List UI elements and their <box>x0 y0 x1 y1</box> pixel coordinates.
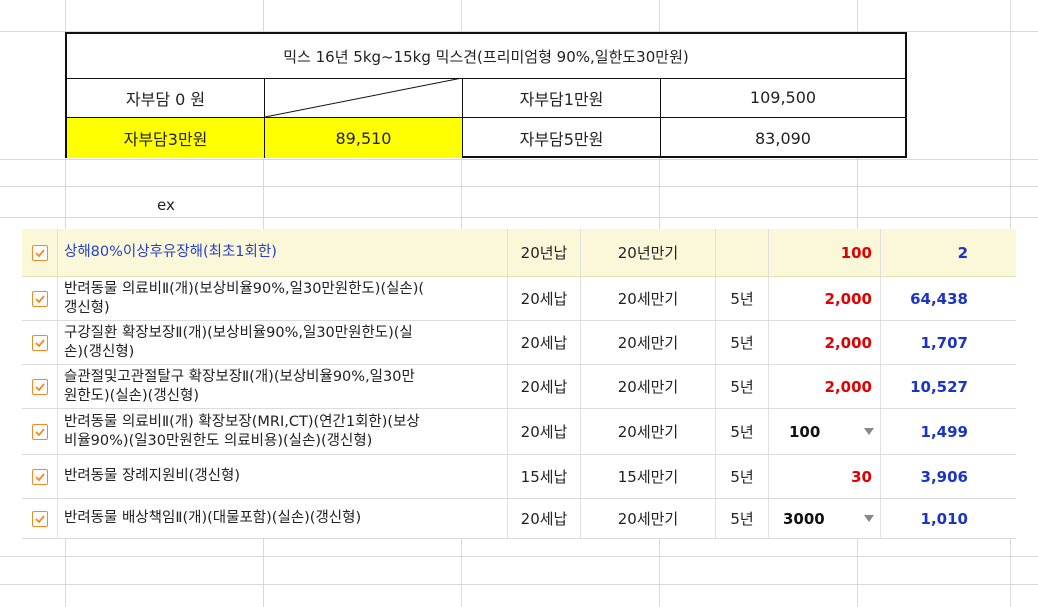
coverage-premium: 64,438 <box>910 289 968 308</box>
coverage-checkbox[interactable] <box>22 455 58 498</box>
premium-cell-label: 자부담5만원 <box>463 118 661 158</box>
coverage-row: 반려동물 장례지원비(갱신형) 15세납 15세만기 5년 30 3,906 <box>22 455 1016 499</box>
coverage-amount-dropdown[interactable]: 100 <box>769 409 881 454</box>
chevron-down-icon[interactable] <box>864 515 874 522</box>
coverage-name-line: 비율90%)(일30만원한도 의료비용)(실손)(갱신형) <box>64 432 373 449</box>
checkmark-icon <box>34 248 45 257</box>
coverage-amount-dropdown[interactable]: 3000 <box>769 499 881 538</box>
coverage-renewal: 5년 <box>716 365 769 408</box>
coverage-pay-period: 20세납 <box>508 277 581 320</box>
coverage-renewal: 5년 <box>716 499 769 538</box>
coverage-premium: 10,527 <box>910 377 968 396</box>
coverage-renewal: 5년 <box>716 321 769 364</box>
coverage-checkbox[interactable] <box>22 409 58 454</box>
coverage-name: 반려동물 의료비Ⅱ(개)(보상비율90%,일30만원한도)(실손)( 갱신형) <box>58 277 508 320</box>
checkmark-icon <box>34 294 45 303</box>
chevron-down-icon[interactable] <box>864 428 874 435</box>
example-label: ex <box>157 196 175 214</box>
coverage-amount: 30 <box>769 455 881 498</box>
coverage-name-line: 갱신형) <box>64 299 110 316</box>
coverage-maturity: 20세만기 <box>581 277 716 320</box>
grid-line <box>0 186 1038 187</box>
premium-cell-label: 자부담1만원 <box>463 78 661 118</box>
coverage-maturity: 20세만기 <box>581 499 716 538</box>
checkmark-icon <box>34 472 45 481</box>
checkmark-icon <box>34 382 45 391</box>
coverage-premium: 2 <box>957 243 968 262</box>
grid-line <box>0 584 1038 585</box>
coverage-name-line: 반려동물 의료비Ⅱ(개) 확장보장(MRI,CT)(연간1회한)(보상 <box>64 413 420 430</box>
checkmark-icon <box>34 427 45 436</box>
coverage-pay-period: 20세납 <box>508 409 581 454</box>
coverage-checkbox[interactable] <box>22 499 58 538</box>
diagonal-slash <box>265 78 463 118</box>
coverage-name: 반려동물 의료비Ⅱ(개) 확장보장(MRI,CT)(연간1회한)(보상비율90%… <box>58 409 508 454</box>
coverage-name: 슬관절및고관절탈구 확장보장Ⅱ(개)(보상비율90%,일30만원한도)(실손)(… <box>58 365 508 408</box>
premium-table-title: 믹스 16년 5kg~15kg 믹스견(프리미엄형 90%,일한도30만원) <box>67 34 905 79</box>
coverage-amount: 100 <box>789 422 821 441</box>
coverage-name: 반려동물 배상책임Ⅱ(개)(대물포함)(실손)(갱신형) <box>58 499 508 538</box>
premium-cell-value: 83,090 <box>755 128 811 148</box>
coverage-row: 슬관절및고관절탈구 확장보장Ⅱ(개)(보상비율90%,일30만원한도)(실손)(… <box>22 365 1016 409</box>
grid-line <box>0 159 1038 160</box>
coverage-pay-period: 20세납 <box>508 499 581 538</box>
coverage-amount: 100 <box>769 229 881 276</box>
coverage-name-text: 상해80%이상후유장해(최초1회한) <box>64 244 277 260</box>
coverage-renewal: 5년 <box>716 277 769 320</box>
checkmark-icon <box>34 338 45 347</box>
coverage-maturity: 20세만기 <box>581 321 716 364</box>
coverage-maturity: 20세만기 <box>581 409 716 454</box>
coverage-name-text: 반려동물 장례지원비(갱신형) <box>64 468 241 484</box>
coverage-row: 반려동물 의료비Ⅱ(개) 확장보장(MRI,CT)(연간1회한)(보상비율90%… <box>22 409 1016 455</box>
checkmark-icon <box>34 514 45 523</box>
coverage-maturity: 20년만기 <box>581 229 716 276</box>
coverage-name: 상해80%이상후유장해(최초1회한) <box>58 229 508 276</box>
coverage-amount: 2,000 <box>769 321 881 364</box>
premium-table: 믹스 16년 5kg~15kg 믹스견(프리미엄형 90%,일한도30만원) 자… <box>65 32 907 158</box>
coverage-name: 반려동물 장례지원비(갱신형) <box>58 455 508 498</box>
premium-cell-value-highlight: 89,510 <box>265 118 463 158</box>
coverage-premium: 1,010 <box>920 509 968 528</box>
premium-cell-empty <box>265 78 463 118</box>
coverage-name-line: 구강질환 확장보장Ⅱ(개)(보상비율90%,일30만원한도)(실 <box>64 324 413 341</box>
premium-cell-label: 자부담 0 원 <box>67 78 265 118</box>
coverage-premium: 3,906 <box>920 467 968 486</box>
coverage-maturity: 20세만기 <box>581 365 716 408</box>
coverage-pay-period: 15세납 <box>508 455 581 498</box>
coverage-pay-period: 20년납 <box>508 229 581 276</box>
coverage-row: 상해80%이상후유장해(최초1회한) 20년납 20년만기 100 2 <box>22 229 1016 277</box>
coverage-checkbox[interactable] <box>22 365 58 408</box>
coverage-name: 구강질환 확장보장Ⅱ(개)(보상비율90%,일30만원한도)(실손)(갱신형) <box>58 321 508 364</box>
coverage-amount: 3000 <box>783 509 825 528</box>
coverage-renewal <box>716 229 769 276</box>
coverage-amount: 2,000 <box>769 365 881 408</box>
coverage-name-line: 슬관절및고관절탈구 확장보장Ⅱ(개)(보상비율90%,일30만 <box>64 368 415 385</box>
coverage-premium: 1,499 <box>920 422 968 441</box>
coverage-row: 반려동물 배상책임Ⅱ(개)(대물포함)(실손)(갱신형) 20세납 20세만기 … <box>22 499 1016 539</box>
grid-line <box>0 217 1038 218</box>
coverage-row: 구강질환 확장보장Ⅱ(개)(보상비율90%,일30만원한도)(실 손)(갱신형) … <box>22 321 1016 365</box>
coverage-pay-period: 20세납 <box>508 321 581 364</box>
coverage-name-line: 반려동물 의료비Ⅱ(개)(보상비율90%,일30만원한도)(실손)( <box>64 280 425 297</box>
coverage-renewal: 5년 <box>716 455 769 498</box>
premium-cell-label-highlight: 자부담3만원 <box>67 118 265 158</box>
coverage-name-line: 손)(갱신형) <box>64 343 135 360</box>
coverage-name-text: 반려동물 배상책임Ⅱ(개)(대물포함)(실손)(갱신형) <box>64 510 362 526</box>
coverage-pay-period: 20세납 <box>508 365 581 408</box>
coverage-amount: 2,000 <box>769 277 881 320</box>
coverage-checkbox[interactable] <box>22 321 58 364</box>
coverage-name-line: 원한도)(실손)(갱신형) <box>64 387 200 404</box>
coverage-renewal: 5년 <box>716 409 769 454</box>
grid-line <box>0 556 1038 557</box>
coverage-checkbox[interactable] <box>22 277 58 320</box>
coverage-checkbox[interactable] <box>22 229 58 276</box>
premium-cell-value: 109,500 <box>661 78 905 118</box>
coverage-row: 반려동물 의료비Ⅱ(개)(보상비율90%,일30만원한도)(실손)( 갱신형) 2… <box>22 277 1016 321</box>
coverage-premium: 1,707 <box>920 333 968 352</box>
coverage-maturity: 15세만기 <box>581 455 716 498</box>
